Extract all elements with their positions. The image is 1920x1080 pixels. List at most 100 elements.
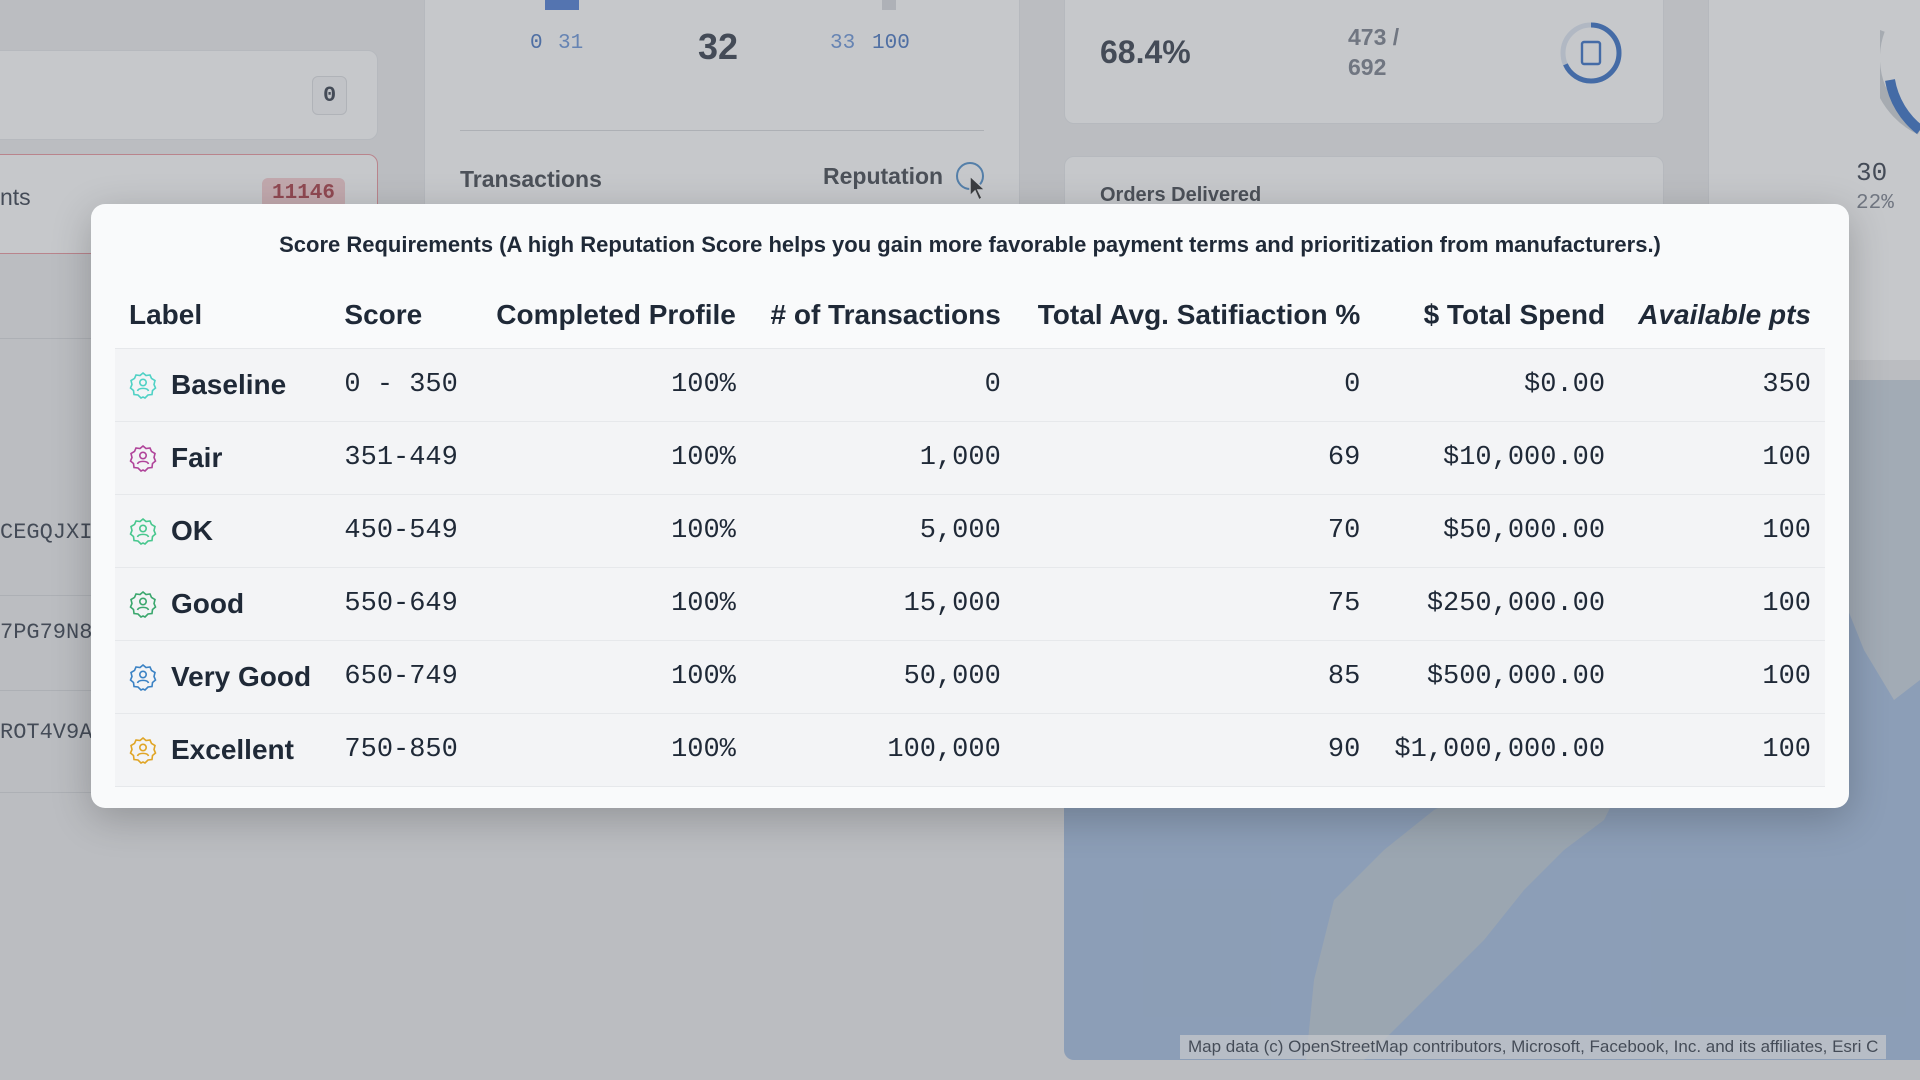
- delivered-count: 473 /: [1348, 24, 1400, 50]
- column-header-transactions: # of Transactions: [770, 298, 1001, 330]
- mouse-cursor-icon: [969, 174, 987, 202]
- total-spend-required: $10,000.00: [1374, 420, 1620, 494]
- tier-label-cell: Very Good: [115, 639, 331, 713]
- total-spend-required: $1,000,000.00: [1374, 712, 1620, 787]
- column-header-satisfaction: Total Avg. Satifiaction %: [1037, 298, 1361, 330]
- tier-label-group: Baseline: [129, 369, 316, 401]
- satisfaction-required: 70: [1014, 493, 1375, 567]
- left-card-label: nts: [0, 184, 31, 210]
- transactions-required: 15,000: [749, 566, 1015, 640]
- completed-profile: 100%: [475, 493, 750, 567]
- order-code[interactable]: 7PG79N8: [0, 620, 92, 645]
- card-divider: [460, 130, 984, 131]
- range-high: 33: [830, 32, 856, 55]
- map-attribution[interactable]: Map data (c) OpenStreetMap contributors,…: [1180, 1035, 1887, 1059]
- available-pts: 100: [1619, 639, 1825, 713]
- available-pts: 100: [1619, 493, 1825, 567]
- right-count: 30: [1856, 158, 1888, 188]
- user-badge-icon: [129, 663, 157, 691]
- table-row: Fair 351-449 100% 1,000 69 $10,000.00 100: [115, 420, 1825, 494]
- transactions-required: 100,000: [749, 712, 1015, 787]
- satisfaction-required: 90: [1014, 712, 1375, 787]
- satisfaction-required: 69: [1014, 420, 1375, 494]
- completed-profile: 100%: [475, 639, 750, 713]
- score-requirements-table: Label Score Completed Profile # of Trans…: [115, 282, 1825, 787]
- range-min: 0: [530, 32, 543, 55]
- reputation-label: Reputation: [823, 163, 944, 189]
- donut-chart-icon: [1880, 30, 1920, 135]
- row-divider: [0, 792, 95, 793]
- column-header-score: Score: [344, 298, 423, 330]
- score-range: 650-749: [330, 639, 476, 713]
- order-code[interactable]: CEGQJXI: [0, 520, 92, 545]
- user-badge-icon: [129, 517, 157, 545]
- completed-profile: 100%: [475, 712, 750, 787]
- table-row: OK 450-549 100% 5,000 70 $50,000.00 100: [115, 493, 1825, 567]
- tier-label-cell: Fair: [115, 420, 331, 494]
- document-progress-icon: [1560, 22, 1622, 84]
- scale-marker-left: [545, 0, 579, 10]
- tier-name: Baseline: [171, 368, 287, 400]
- count-badge: 0: [312, 76, 348, 115]
- user-badge-icon: [129, 371, 157, 399]
- column-header-total-spend: $ Total Spend: [1423, 298, 1606, 330]
- table-row: Good 550-649 100% 15,000 75 $250,000.00 100: [115, 566, 1825, 640]
- available-pts: 100: [1619, 712, 1825, 787]
- tier-name: Excellent: [171, 733, 294, 765]
- table-row: Very Good 650-749 100% 50,000 85 $500,000.00 1…: [115, 639, 1825, 713]
- row-divider: [0, 595, 95, 596]
- available-pts: 100: [1619, 566, 1825, 640]
- right-percent: 22%: [1856, 192, 1894, 215]
- tier-label-cell: Excellent: [115, 712, 331, 787]
- score-range: 0 - 350: [330, 347, 476, 421]
- column-header-completed-profile: Completed Profile: [496, 298, 736, 330]
- transactions-required: 50,000: [749, 639, 1015, 713]
- score-range: 750-850: [330, 712, 476, 787]
- user-badge-icon: [129, 736, 157, 764]
- row-divider: [0, 338, 95, 339]
- tier-label-cell: Good: [115, 566, 331, 640]
- reputation-score-value: 32: [698, 26, 739, 67]
- satisfaction-required: 75: [1014, 566, 1375, 640]
- tier-label-group: Good: [129, 588, 316, 620]
- range-low: 31: [558, 32, 584, 55]
- total-count: 692: [1348, 54, 1387, 80]
- total-spend-required: $50,000.00: [1374, 493, 1620, 567]
- available-pts: 100: [1619, 420, 1825, 494]
- completed-profile: 100%: [475, 566, 750, 640]
- range-max: 100: [872, 32, 910, 55]
- table-row: Baseline 0 - 350 100% 0 0 $0.00 350: [115, 347, 1825, 421]
- score-requirements-modal: Score Requirements (A high Reputation Sc…: [91, 204, 1849, 808]
- scale-marker-right: [882, 0, 896, 10]
- column-header-available-pts: Available pts: [1638, 298, 1811, 330]
- completed-profile: 100%: [475, 420, 750, 494]
- transactions-required: 5,000: [749, 493, 1015, 567]
- transactions-required: 1,000: [749, 420, 1015, 494]
- satisfaction-required: 85: [1014, 639, 1375, 713]
- tier-name: Very Good: [171, 660, 312, 692]
- score-range: 450-549: [330, 493, 476, 567]
- transactions-required: 0: [749, 347, 1015, 421]
- order-code[interactable]: ROT4V9A: [0, 720, 92, 745]
- tier-label-group: Very Good: [129, 661, 316, 693]
- tier-name: OK: [171, 514, 213, 546]
- tier-label-cell: Baseline: [115, 347, 331, 421]
- available-pts: 350: [1619, 347, 1825, 421]
- completed-profile: 100%: [475, 347, 750, 421]
- score-range: 550-649: [330, 566, 476, 640]
- total-spend-required: $250,000.00: [1374, 566, 1620, 640]
- tier-label-group: Fair: [129, 442, 316, 474]
- transactions-label: Transactions: [460, 166, 602, 192]
- table-header-row: Label Score Completed Profile # of Trans…: [115, 282, 1825, 348]
- table-row: Excellent 750-850 100% 100,000 90 $1,000,000.…: [115, 712, 1825, 787]
- tier-label-cell: OK: [115, 493, 331, 567]
- tier-name: Good: [171, 587, 245, 619]
- delivery-rate-value: 68.4%: [1100, 34, 1191, 70]
- user-badge-icon: [129, 590, 157, 618]
- total-spend-required: $500,000.00: [1374, 639, 1620, 713]
- column-header-label: Label: [129, 298, 203, 330]
- tier-name: Fair: [171, 441, 223, 473]
- total-spend-required: $0.00: [1374, 347, 1620, 421]
- user-badge-icon: [129, 444, 157, 472]
- satisfaction-required: 0: [1014, 347, 1375, 421]
